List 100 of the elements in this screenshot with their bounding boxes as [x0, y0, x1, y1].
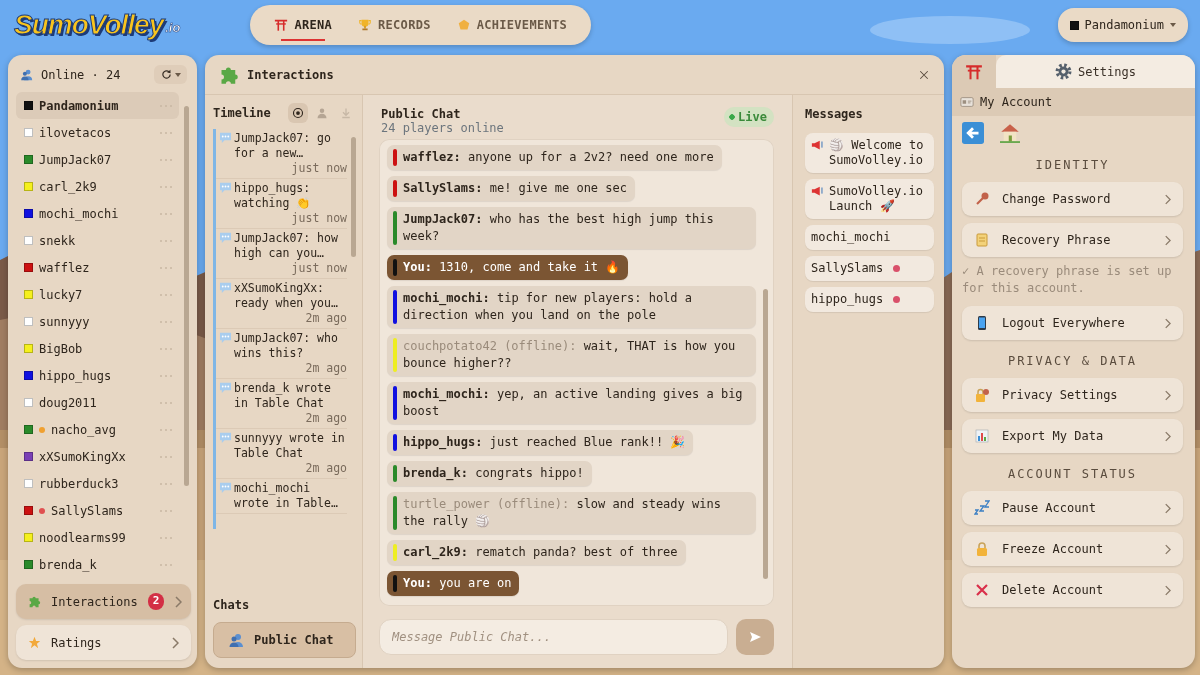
user-row[interactable]: snekk	[16, 227, 179, 255]
timeline-item[interactable]: xXSumoKingXx: ready when you… 2m ago	[216, 279, 347, 329]
more-icon[interactable]	[159, 400, 173, 405]
scrollbar[interactable]	[351, 137, 356, 257]
user-row[interactable]: noodlearms99	[16, 524, 179, 552]
settings-item[interactable]: Change Password	[962, 182, 1183, 216]
user-row[interactable]: mochi_mochi	[16, 200, 179, 228]
more-icon[interactable]	[159, 427, 173, 432]
user-row[interactable]: Pandamonium	[16, 92, 179, 120]
more-icon[interactable]	[159, 184, 173, 189]
id-card-icon	[960, 95, 974, 109]
message-thread[interactable]: 🏐 Welcome to SumoVolley.io	[805, 133, 934, 173]
settings-item[interactable]: Freeze Account	[962, 532, 1183, 566]
message-thread[interactable]: SumoVolley.io Launch 🚀	[805, 179, 934, 219]
timeline-item[interactable]: hippo_hugs: watching 👏 just now	[216, 179, 347, 229]
megaphone-icon	[811, 138, 825, 152]
status-note: ✓ A recovery phrase is set up for this account.	[962, 263, 1173, 297]
user-row[interactable]: lucky7	[16, 281, 179, 309]
timeline-item[interactable]: JumpJack07: how high can you… just now	[216, 229, 347, 279]
timeline-item[interactable]: mochi_mochi wrote in Table…	[216, 479, 347, 514]
back-button[interactable]	[962, 122, 984, 144]
user-row[interactable]: sunnyyy	[16, 308, 179, 336]
sidebar-button[interactable]: Interactions 2	[16, 584, 191, 620]
medal-icon	[456, 18, 471, 32]
user-name: xXSumoKingXx	[39, 448, 127, 466]
user-row[interactable]: nacho_avg	[16, 416, 179, 444]
user-name: BigBob	[39, 340, 84, 358]
settings-item[interactable]: Recovery Phrase	[962, 223, 1183, 257]
user-row[interactable]: hippo_hugs	[16, 362, 179, 390]
chat-subtitle: 24 players online	[381, 121, 505, 135]
chat-button[interactable]: Public Chat	[213, 622, 356, 658]
chevron-right-icon	[1164, 430, 1171, 442]
more-icon[interactable]	[159, 562, 173, 567]
more-icon[interactable]	[159, 292, 173, 297]
scrollbar[interactable]	[184, 106, 189, 487]
user-name: doug2011	[39, 394, 98, 412]
settings-item[interactable]: Export My Data	[962, 419, 1183, 453]
user-row[interactable]: carl_2k9	[16, 173, 179, 201]
more-icon[interactable]	[159, 535, 173, 540]
more-icon[interactable]	[159, 346, 173, 351]
more-icon[interactable]	[159, 211, 173, 216]
user-row[interactable]: doug2011	[16, 389, 179, 417]
send-button[interactable]	[736, 619, 774, 655]
timeline-item[interactable]: JumpJack07: who wins this? 2m ago	[216, 329, 347, 379]
user-row[interactable]: ilovetacos	[16, 119, 179, 147]
more-icon[interactable]	[159, 454, 173, 459]
user-row[interactable]: rubberduck3	[16, 470, 179, 498]
group-title: ACCOUNT STATUS	[1006, 466, 1139, 483]
message-input-field[interactable]: Message Public Chat...	[379, 619, 728, 655]
message-thread[interactable]: mochi_mochi	[805, 225, 934, 250]
count-badge: 2	[147, 593, 165, 610]
account-button[interactable]: Pandamonium	[1057, 8, 1188, 42]
scrollbar[interactable]	[763, 289, 768, 579]
more-icon[interactable]	[159, 265, 173, 270]
section-title: Chats	[213, 597, 251, 614]
message-text: You: you are on	[403, 575, 512, 592]
person-icon	[316, 107, 328, 119]
user-row[interactable]: JumpJack07	[16, 146, 179, 174]
user-row[interactable]: wafflez	[16, 254, 179, 282]
settings-item[interactable]: Privacy Settings	[962, 378, 1183, 412]
message-thread[interactable]: hippo_hugs	[805, 287, 934, 312]
more-icon[interactable]	[159, 319, 173, 324]
more-icon[interactable]	[159, 508, 173, 513]
more-icon[interactable]	[159, 130, 173, 135]
timestamp: just now	[290, 261, 347, 276]
sleep-icon	[974, 500, 990, 516]
more-icon[interactable]	[159, 238, 173, 243]
panel-tab[interactable]: Settings	[996, 55, 1195, 88]
timeline-item[interactable]: brenda_k wrote in Table Chat 2m ago	[216, 379, 347, 429]
settings-item[interactable]: Delete Account	[962, 573, 1183, 607]
message-text: turtle_power (offline): slow and steady wins the rally 🏐	[403, 496, 722, 530]
user-name: Pandamonium	[39, 97, 120, 115]
close-button[interactable]	[918, 68, 930, 81]
chevron-right-icon	[1164, 502, 1171, 514]
user-row[interactable]: brenda_k	[16, 551, 179, 579]
panel-tab[interactable]	[952, 55, 996, 88]
nav-tab[interactable]: ACHIEVEMENTS	[448, 9, 575, 41]
more-icon[interactable]	[159, 157, 173, 162]
filter-button[interactable]	[288, 103, 308, 123]
sidebar-button[interactable]: Ratings	[16, 625, 191, 660]
caret-icon	[175, 72, 181, 77]
logo-suffix: .io	[165, 18, 181, 37]
timeline-item[interactable]: JumpJack07: go for a new… just now	[216, 129, 347, 179]
nav-tab[interactable]: RECORDS	[350, 9, 439, 41]
message-thread[interactable]: SallySlams	[805, 256, 934, 281]
more-icon[interactable]	[159, 481, 173, 486]
refresh-button[interactable]	[154, 65, 187, 85]
bar-chart-icon	[974, 428, 990, 444]
message-text: You: 1310, come and take it 🔥	[403, 259, 621, 276]
user-row[interactable]: BigBob	[16, 335, 179, 363]
user-name: JumpJack07	[39, 151, 113, 169]
timestamp: just now	[290, 161, 347, 176]
settings-item[interactable]: Logout Everywhere	[962, 306, 1183, 340]
home-button[interactable]	[1000, 123, 1020, 143]
user-row[interactable]: xXSumoKingXx	[16, 443, 179, 471]
timeline-item[interactable]: sunnyyy wrote in Table Chat 2m ago	[216, 429, 347, 479]
settings-item[interactable]: Pause Account	[962, 491, 1183, 525]
chevron-right-icon	[1164, 543, 1171, 555]
user-row[interactable]: SallySlams	[16, 497, 179, 525]
more-icon[interactable]	[159, 373, 173, 378]
